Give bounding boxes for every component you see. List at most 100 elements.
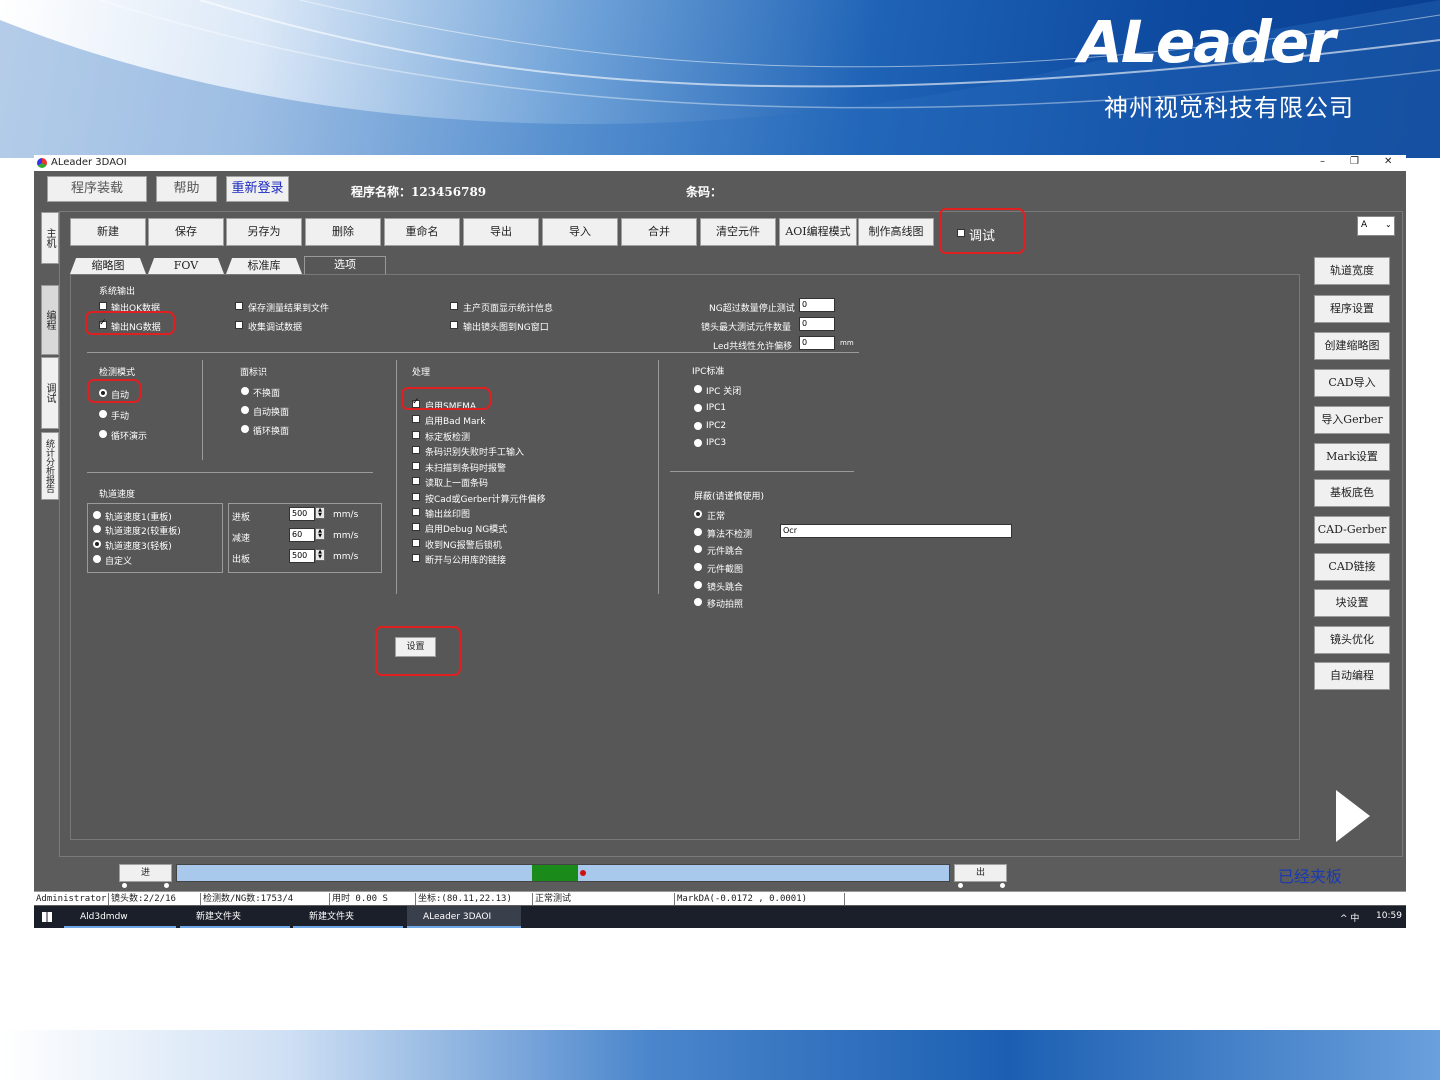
- toolbar-button-9[interactable]: AOI编程模式: [779, 218, 857, 246]
- side-button-7[interactable]: CAD-Gerber: [1314, 516, 1390, 544]
- toolbar-button-3[interactable]: 删除: [305, 218, 381, 246]
- mask-component-skip-radio[interactable]: [694, 545, 702, 553]
- track-speed-title: 轨道速度: [99, 490, 136, 500]
- processing-checkbox-4[interactable]: [412, 462, 420, 470]
- status-cell-1: 镜头数:2/2/16: [109, 893, 201, 905]
- processing-checkbox-5[interactable]: [412, 477, 420, 485]
- tab-standard-library[interactable]: 标准库: [226, 258, 302, 274]
- toolbar-button-0[interactable]: 新建: [70, 218, 146, 246]
- tab-fov[interactable]: FOV: [148, 258, 224, 274]
- side-button-2[interactable]: 创建缩略图: [1314, 332, 1390, 360]
- taskbar-item-3[interactable]: ALeader 3DAOI: [407, 906, 521, 928]
- speed-in-input[interactable]: 500: [289, 507, 315, 521]
- processing-label-8: 启用Debug NG模式: [425, 525, 508, 535]
- detect-mode-manual-radio[interactable]: [99, 410, 107, 418]
- speed-in-spinner[interactable]: ▲ ▼: [315, 507, 325, 519]
- ipc2-radio[interactable]: [694, 422, 702, 430]
- side-button-5[interactable]: Mark设置: [1314, 443, 1390, 471]
- toolbar-button-7[interactable]: 合并: [621, 218, 697, 246]
- face-loop-radio[interactable]: [241, 425, 249, 433]
- collect-debug-checkbox[interactable]: [235, 321, 243, 329]
- taskbar-item-0[interactable]: Ald3dmdw: [64, 906, 176, 928]
- toolbar-button-4[interactable]: 重命名: [384, 218, 460, 246]
- face-loop-label: 循环换面: [253, 427, 290, 437]
- side-button-1[interactable]: 程序设置: [1314, 295, 1390, 323]
- tab-thumbnail[interactable]: 缩略图: [70, 258, 146, 274]
- barcode-label: 条码：: [686, 185, 723, 199]
- speed-out-input[interactable]: 500: [289, 549, 315, 563]
- side-button-0[interactable]: 轨道宽度: [1314, 257, 1390, 285]
- detect-mode-loop-radio[interactable]: [99, 430, 107, 438]
- highlight-output-ng: [85, 311, 175, 335]
- ocr-input[interactable]: Ocr: [780, 524, 1012, 538]
- face-none-radio[interactable]: [241, 387, 249, 395]
- toolbar-button-1[interactable]: 保存: [148, 218, 224, 246]
- save-results-checkbox[interactable]: [235, 302, 243, 310]
- processing-checkbox-8[interactable]: [412, 523, 420, 531]
- load-program-button[interactable]: 程序装载: [47, 176, 147, 202]
- track-speed-custom-radio[interactable]: [93, 555, 101, 563]
- play-arrow-icon[interactable]: [1336, 790, 1370, 842]
- taskbar-item-1[interactable]: 新建文件夹: [180, 906, 290, 928]
- mask-move-photo-radio[interactable]: [694, 598, 702, 606]
- lane-dropdown[interactable]: A ⌄: [1357, 216, 1395, 236]
- led-offset-input[interactable]: 0: [799, 336, 835, 350]
- restore-button[interactable]: ❐: [1350, 156, 1359, 167]
- conveyor-in-button[interactable]: 进: [119, 864, 172, 882]
- side-button-11[interactable]: 自动编程: [1314, 662, 1390, 690]
- help-button[interactable]: 帮助: [156, 176, 217, 202]
- processing-checkbox-1[interactable]: [412, 415, 420, 423]
- ng-stop-input[interactable]: 0: [799, 298, 835, 312]
- toolbar-button-10[interactable]: 制作高线图: [858, 218, 934, 246]
- track-speed-1-radio[interactable]: [93, 511, 101, 519]
- mask-no-algo-radio[interactable]: [694, 528, 702, 536]
- status-cell-4: 坐标:(80.11,22.13): [416, 893, 533, 905]
- close-button[interactable]: ✕: [1384, 156, 1392, 167]
- conveyor-track: [176, 864, 950, 882]
- minimize-button[interactable]: –: [1320, 156, 1325, 167]
- speed-slow-input[interactable]: 60: [289, 528, 315, 542]
- toolbar-button-8[interactable]: 清空元件: [700, 218, 776, 246]
- side-button-8[interactable]: CAD链接: [1314, 553, 1390, 581]
- output-lens-image-checkbox[interactable]: [450, 321, 458, 329]
- side-button-9[interactable]: 块设置: [1314, 589, 1390, 617]
- mask-normal-radio[interactable]: [694, 510, 702, 518]
- mask-lens-skip-radio[interactable]: [694, 581, 702, 589]
- windows-start-icon[interactable]: [42, 912, 52, 922]
- taskbar-item-2[interactable]: 新建文件夹: [293, 906, 403, 928]
- tab-debug[interactable]: 调试: [41, 357, 59, 429]
- processing-checkbox-9[interactable]: [412, 539, 420, 547]
- max-components-input[interactable]: 0: [799, 317, 835, 331]
- track-speed-3-radio[interactable]: [93, 540, 101, 548]
- processing-checkbox-7[interactable]: [412, 508, 420, 516]
- ipc3-radio[interactable]: [694, 439, 702, 447]
- side-button-6[interactable]: 基板底色: [1314, 479, 1390, 507]
- face-auto-radio[interactable]: [241, 406, 249, 414]
- mask-component-capture-radio[interactable]: [694, 563, 702, 571]
- ipc-off-radio[interactable]: [694, 385, 702, 393]
- side-button-4[interactable]: 导入Gerber: [1314, 406, 1390, 434]
- tab-options[interactable]: 选项: [304, 256, 386, 274]
- processing-checkbox-2[interactable]: [412, 431, 420, 439]
- status-cell-0: Administrator: [34, 893, 109, 905]
- ipc1-radio[interactable]: [694, 404, 702, 412]
- toolbar-button-2[interactable]: 另存为: [226, 218, 302, 246]
- conveyor-out-button[interactable]: 出: [954, 864, 1007, 882]
- toolbar-button-5[interactable]: 导出: [463, 218, 539, 246]
- tab-host[interactable]: 主机: [41, 212, 59, 264]
- processing-checkbox-10[interactable]: [412, 554, 420, 562]
- tab-programming[interactable]: 编程: [41, 285, 59, 355]
- processing-checkbox-6[interactable]: [412, 493, 420, 501]
- divider-processing-left: [396, 360, 397, 594]
- show-stats-checkbox[interactable]: [450, 302, 458, 310]
- toolbar-button-6[interactable]: 导入: [542, 218, 618, 246]
- tab-stats-report[interactable]: 统计分析报告: [41, 432, 59, 500]
- processing-checkbox-3[interactable]: [412, 446, 420, 454]
- speed-out-spinner[interactable]: ▲ ▼: [315, 549, 325, 561]
- relogin-button[interactable]: 重新登录: [226, 176, 289, 202]
- track-speed-2-radio[interactable]: [93, 525, 101, 533]
- side-button-10[interactable]: 镜头优化: [1314, 626, 1390, 654]
- speed-slow-spinner[interactable]: ▲ ▼: [315, 528, 325, 540]
- side-button-3[interactable]: CAD导入: [1314, 369, 1390, 397]
- output-ok-checkbox[interactable]: [99, 302, 107, 310]
